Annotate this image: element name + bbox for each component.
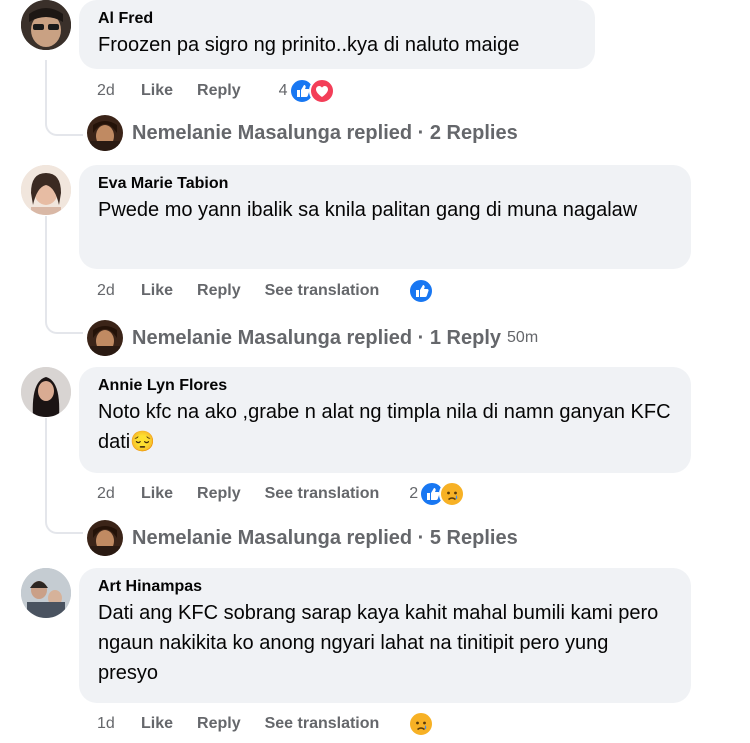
replies-link[interactable]: Nemelanie Masalunga replied · 2 Replies [87, 115, 518, 151]
timestamp[interactable]: 2d [97, 82, 141, 100]
replies-link[interactable]: Nemelanie Masalunga replied · 5 Replies [87, 520, 518, 556]
like-button[interactable]: Like [141, 82, 173, 100]
reply-button[interactable]: Reply [197, 715, 241, 733]
comment-author[interactable]: Eva Marie Tabion [98, 173, 673, 195]
like-button[interactable]: Like [141, 715, 173, 733]
comment-actions: 1d Like Reply See translation [97, 711, 435, 737]
comment-author[interactable]: Art Hinampas [98, 576, 673, 598]
see-translation-button[interactable]: See translation [265, 715, 380, 733]
comment-author[interactable]: Annie Lyn Flores [98, 375, 673, 397]
reply-timestamp: 50m [507, 329, 539, 346]
comment-text: Dati ang KFC sobrang sarap kaya kahit ma… [98, 602, 659, 684]
sad-icon [408, 711, 435, 737]
thread-line [45, 60, 47, 124]
thread-line [45, 418, 47, 522]
reply-button[interactable]: Reply [197, 282, 241, 300]
replies-summary[interactable]: Nemelanie Masalunga replied · 2 Replies [132, 122, 518, 145]
avatar[interactable] [21, 165, 71, 215]
see-translation-button[interactable]: See translation [265, 485, 380, 503]
avatar[interactable] [21, 0, 71, 50]
timestamp[interactable]: 2d [97, 282, 141, 300]
reaction-summary[interactable]: 2 [409, 481, 466, 507]
see-translation-button[interactable]: See translation [265, 282, 380, 300]
thread-line [45, 216, 47, 322]
comment-text: Pwede mo yann ibalik sa knila palitan ga… [98, 199, 638, 221]
like-button[interactable]: Like [141, 485, 173, 503]
reply-avatar [87, 520, 123, 556]
thread-connector [45, 118, 83, 136]
thread-connector [45, 516, 83, 534]
reaction-summary[interactable]: 4 [279, 78, 335, 104]
reply-avatar [87, 320, 123, 356]
comment-author[interactable]: Al Fred [98, 8, 577, 30]
reaction-summary[interactable] [407, 711, 435, 737]
avatar[interactable] [21, 367, 71, 417]
comment-bubble: Eva Marie Tabion Pwede mo yann ibalik sa… [79, 165, 691, 269]
like-button[interactable]: Like [141, 282, 173, 300]
reaction-count: 2 [409, 485, 419, 502]
replies-link[interactable]: Nemelanie Masalunga replied · 1 Reply 50… [87, 320, 538, 356]
like-icon [408, 278, 435, 304]
reaction-count: 4 [278, 82, 288, 99]
replies-summary[interactable]: Nemelanie Masalunga replied · 5 Replies [132, 527, 518, 550]
reaction-summary[interactable] [407, 278, 435, 304]
timestamp[interactable]: 2d [97, 485, 141, 503]
avatar[interactable] [21, 568, 71, 618]
reply-avatar [87, 115, 123, 151]
reply-button[interactable]: Reply [197, 82, 241, 100]
comment-actions: 2d Like Reply 4 [97, 78, 335, 104]
comment-bubble: Annie Lyn Flores Noto kfc na ako ,grabe … [79, 367, 691, 473]
reply-button[interactable]: Reply [197, 485, 241, 503]
comment-actions: 2d Like Reply See translation 2 [97, 481, 466, 507]
comment-actions: 2d Like Reply See translation [97, 278, 435, 304]
replies-summary[interactable]: Nemelanie Masalunga replied · 1 Reply [132, 327, 501, 350]
comment-text: Noto kfc na ako ,grabe n alat ng timpla … [98, 401, 671, 453]
sad-icon [439, 481, 466, 507]
comment-bubble: Art Hinampas Dati ang KFC sobrang sarap … [79, 568, 691, 703]
comment-text: Froozen pa sigro ng prinito..kya di nalu… [98, 34, 520, 56]
thread-connector [45, 316, 83, 334]
timestamp[interactable]: 1d [97, 715, 141, 733]
love-icon [308, 78, 335, 104]
comment-bubble: Al Fred Froozen pa sigro ng prinito..kya… [79, 0, 595, 69]
